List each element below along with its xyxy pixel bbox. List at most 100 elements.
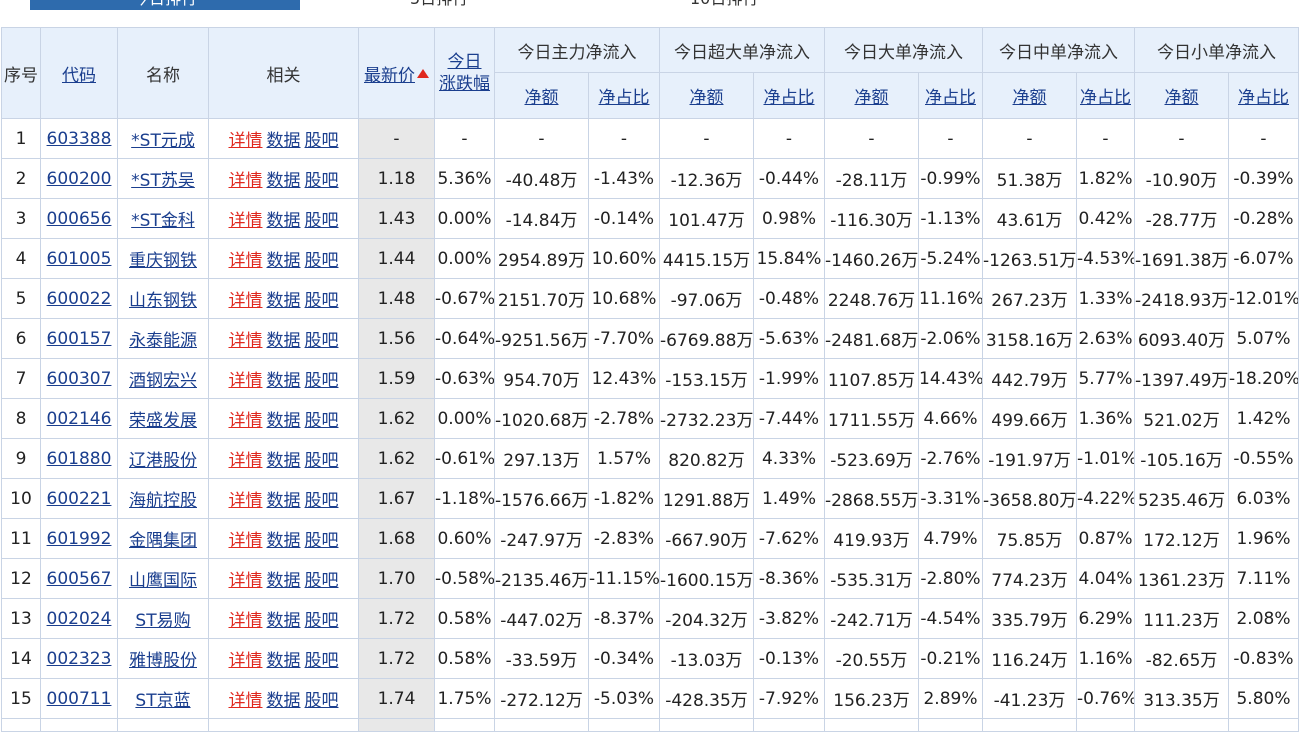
forum-link[interactable]: 股吧 [305, 131, 339, 151]
forum-link[interactable]: 股吧 [305, 491, 339, 511]
forum-link[interactable]: 股吧 [305, 331, 339, 351]
header-main-amount[interactable]: 净额 [494, 72, 589, 119]
stock-name-link[interactable]: ST易购 [135, 611, 190, 631]
header-super-amount[interactable]: 净额 [659, 72, 754, 119]
stock-name-link[interactable]: 山鹰国际 [129, 571, 197, 591]
detail-link[interactable]: 详情 [229, 211, 263, 231]
header-super-ratio[interactable]: 净占比 [753, 72, 825, 119]
sort-price-link[interactable]: 最新价 [364, 66, 415, 86]
stock-code-link[interactable]: 600567 [47, 569, 112, 589]
row-number: 2 [1, 158, 41, 199]
stock-code-link[interactable]: 002323 [47, 649, 112, 669]
forum-link[interactable]: 股吧 [305, 571, 339, 591]
medium-net-ratio: 0.42% [1076, 198, 1135, 239]
stock-code-link[interactable]: 600307 [47, 369, 112, 389]
detail-link[interactable]: 详情 [229, 331, 263, 351]
detail-link[interactable]: 详情 [229, 411, 263, 431]
detail-link[interactable]: 详情 [229, 451, 263, 471]
stock-name-link[interactable]: 山东钢铁 [129, 291, 197, 311]
header-small-amount[interactable]: 净额 [1134, 72, 1229, 119]
detail-link[interactable]: 详情 [229, 171, 263, 191]
stock-name-link[interactable]: 永泰能源 [129, 331, 197, 351]
data-link[interactable]: 数据 [267, 331, 301, 351]
stock-code-link[interactable]: 600200 [47, 169, 112, 189]
header-price[interactable]: 最新价 [358, 27, 435, 119]
forum-link[interactable]: 股吧 [305, 611, 339, 631]
stock-code-link[interactable]: 603388 [47, 129, 112, 149]
forum-link[interactable]: 股吧 [305, 691, 339, 711]
detail-link[interactable]: 详情 [229, 531, 263, 551]
detail-link[interactable]: 详情 [229, 491, 263, 511]
stock-code-link[interactable]: 601992 [47, 529, 112, 549]
header-change[interactable]: 今日 涨跌幅 [434, 27, 495, 119]
stock-name-link[interactable]: 雅博股份 [129, 651, 197, 671]
forum-link[interactable]: 股吧 [305, 651, 339, 671]
data-link[interactable]: 数据 [267, 571, 301, 591]
data-link[interactable]: 数据 [267, 691, 301, 711]
data-link[interactable]: 数据 [267, 211, 301, 231]
stock-name-link[interactable]: 金隅集团 [129, 531, 197, 551]
stock-code-link[interactable]: 600022 [47, 289, 112, 309]
header-medium-amount[interactable]: 净额 [982, 72, 1077, 119]
stock-code-link[interactable]: 000656 [47, 209, 112, 229]
forum-link[interactable]: 股吧 [305, 371, 339, 391]
detail-link[interactable]: 详情 [229, 131, 263, 151]
stock-code-link[interactable]: 601880 [47, 449, 112, 469]
medium-net-ratio: 6.29% [1076, 598, 1135, 639]
data-link[interactable]: 数据 [267, 611, 301, 631]
stock-name-link[interactable]: *ST苏吴 [131, 171, 195, 191]
data-link[interactable]: 数据 [267, 651, 301, 671]
stock-name-link[interactable]: 重庆钢铁 [129, 251, 197, 271]
forum-link[interactable]: 股吧 [305, 451, 339, 471]
detail-link[interactable]: 详情 [229, 251, 263, 271]
stock-code-link[interactable]: 002024 [47, 609, 112, 629]
detail-link[interactable]: 详情 [229, 571, 263, 591]
data-link[interactable]: 数据 [267, 131, 301, 151]
data-link[interactable]: 数据 [267, 451, 301, 471]
header-small-ratio[interactable]: 净占比 [1228, 72, 1299, 119]
data-link[interactable]: 数据 [267, 171, 301, 191]
header-large-ratio[interactable]: 净占比 [918, 72, 983, 119]
sort-change-link[interactable]: 今日 涨跌幅 [439, 52, 490, 94]
stock-name-link[interactable]: 酒钢宏兴 [129, 371, 197, 391]
header-medium-ratio[interactable]: 净占比 [1076, 72, 1135, 119]
stock-code-link[interactable]: 600157 [47, 329, 112, 349]
forum-link[interactable]: 股吧 [305, 171, 339, 191]
stock-name-link[interactable]: *ST元成 [131, 131, 195, 151]
forum-link[interactable]: 股吧 [305, 411, 339, 431]
tab-5day[interactable]: 5日排行 [410, 0, 468, 10]
detail-link[interactable]: 详情 [229, 371, 263, 391]
stock-name-link[interactable]: 海航控股 [129, 491, 197, 511]
latest-price: 1.70 [358, 558, 435, 599]
detail-link[interactable]: 详情 [229, 291, 263, 311]
stock-name-link[interactable]: *ST金科 [131, 211, 195, 231]
stock-name-link[interactable]: 辽港股份 [129, 451, 197, 471]
sort-ascending-icon[interactable] [417, 69, 429, 78]
forum-link[interactable]: 股吧 [305, 531, 339, 551]
main-net-amount: -14.84万 [494, 198, 589, 239]
data-link[interactable]: 数据 [267, 371, 301, 391]
detail-link[interactable]: 详情 [229, 611, 263, 631]
data-link[interactable]: 数据 [267, 531, 301, 551]
forum-link[interactable]: 股吧 [305, 211, 339, 231]
detail-link[interactable]: 详情 [229, 691, 263, 711]
detail-link[interactable]: 详情 [229, 651, 263, 671]
data-link[interactable]: 数据 [267, 291, 301, 311]
forum-link[interactable]: 股吧 [305, 251, 339, 271]
stock-code-link[interactable]: 000711 [47, 689, 112, 709]
stock-code-link[interactable]: 601005 [47, 249, 112, 269]
stock-name-link[interactable]: 荣盛发展 [129, 411, 197, 431]
data-link[interactable]: 数据 [267, 491, 301, 511]
sort-code-link[interactable]: 代码 [62, 66, 96, 86]
forum-link[interactable]: 股吧 [305, 291, 339, 311]
header-large-amount[interactable]: 净额 [824, 72, 919, 119]
header-main-ratio[interactable]: 净占比 [588, 72, 660, 119]
stock-code-link[interactable]: 002146 [47, 409, 112, 429]
data-link[interactable]: 数据 [267, 411, 301, 431]
stock-name-link[interactable]: ST京蓝 [135, 691, 190, 711]
data-link[interactable]: 数据 [267, 251, 301, 271]
header-code[interactable]: 代码 [40, 27, 118, 119]
tab-today[interactable]: 今日排行 [30, 0, 300, 10]
stock-code-link[interactable]: 600221 [47, 489, 112, 509]
tab-10day[interactable]: 10日排行 [690, 0, 758, 10]
